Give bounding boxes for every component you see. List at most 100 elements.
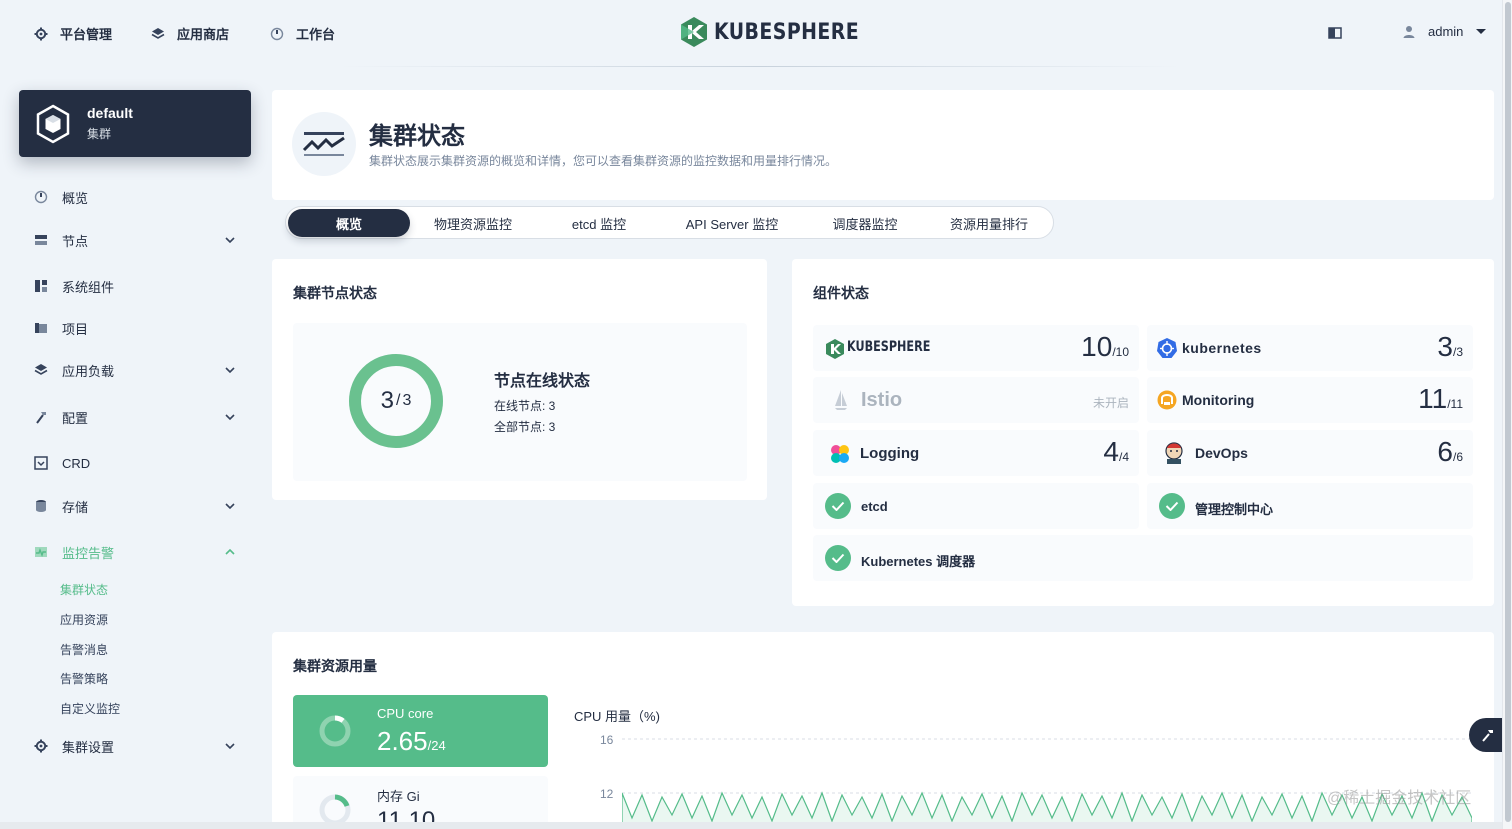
check-icon — [825, 493, 851, 519]
tab-scheduler[interactable]: 调度器监控 — [802, 209, 928, 237]
kubernetes-count: 3/3 — [1437, 331, 1463, 363]
cluster-name: default — [87, 105, 133, 121]
cluster-selector[interactable]: default 集群 — [19, 90, 251, 157]
sidebar-item-crd[interactable]: CRD — [30, 453, 244, 473]
activity-chart-icon — [292, 112, 356, 176]
kubesphere-logo[interactable]: KUBESPHERE — [680, 16, 883, 48]
component-logging[interactable]: Logging 4/4 — [813, 430, 1139, 476]
component-scheduler[interactable]: Kubernetes 调度器 — [813, 535, 1473, 581]
user-menu[interactable]: admin — [1402, 24, 1487, 39]
devops-label: DevOps — [1195, 445, 1248, 461]
component-istio[interactable]: Istio 未开启 — [813, 377, 1139, 423]
kubernetes-icon — [1157, 338, 1177, 358]
kubernetes-count-value: 3 — [1437, 331, 1453, 362]
etcd-label: etcd — [861, 499, 888, 514]
component-kubesphere[interactable]: KUBESPHERE 10/10 — [813, 325, 1139, 371]
platform-label: 平台管理 — [60, 27, 113, 42]
sidebar-item-config[interactable]: 配置 — [30, 407, 244, 427]
submenu-custom-monitoring[interactable]: 自定义监控 — [60, 700, 120, 717]
node-total-line: 全部节点: 3 — [494, 420, 556, 434]
devops-count-value: 6 — [1437, 436, 1453, 467]
chevron-down-icon — [225, 367, 235, 374]
chevron-down-icon — [225, 743, 235, 750]
nav-divider — [340, 66, 1180, 67]
kubernetes-label: kubernetes — [1182, 340, 1262, 356]
top-navigation: 平台管理 应用商店 工作台 KUBESPHERE admin — [0, 0, 1512, 66]
node-status-card: 集群节点状态 3/3 节点在线状态 在线节点: 3 全部节点: 3 — [272, 259, 767, 500]
sidebar-item-projects[interactable]: 项目 — [30, 318, 244, 338]
scheduler-label: Kubernetes 调度器 — [861, 554, 976, 569]
crd-icon — [34, 456, 48, 470]
component-devops[interactable]: DevOps 6/6 — [1147, 430, 1473, 476]
cpu-resource-tile[interactable]: CPU core 2.65/24 — [293, 695, 548, 767]
component-status-card: 组件状态 KUBESPHERE 10/10 kubernetes 3/3 Ist… — [792, 259, 1494, 606]
logging-count-value: 4 — [1103, 436, 1119, 467]
submenu-alert-messages[interactable]: 告警消息 — [60, 641, 108, 658]
horizontal-scrollbar[interactable] — [0, 822, 1502, 829]
component-status-title: 组件状态 — [813, 285, 869, 301]
tab-physical-resources[interactable]: 物理资源监控 — [410, 209, 536, 237]
sidebar-item-label: CRD — [62, 455, 91, 471]
cluster-type: 集群 — [87, 127, 112, 141]
gear-icon — [34, 27, 48, 40]
logging-label: Logging — [860, 445, 920, 462]
sidebar-item-overview[interactable]: 概览 — [30, 187, 244, 207]
hammer-icon — [1482, 730, 1493, 742]
sidebar-item-nodes[interactable]: 节点 — [30, 230, 244, 250]
notification-icon[interactable] — [1328, 27, 1342, 39]
node-ring-separator: / — [396, 392, 401, 409]
kubesphere-logo-icon — [681, 17, 707, 47]
monitoring-label: Monitoring — [1182, 392, 1255, 408]
istio-label: Istio — [861, 389, 903, 411]
sidebar-item-components[interactable]: 系统组件 — [30, 276, 244, 296]
sidebar-item-workloads[interactable]: 应用负载 — [30, 360, 244, 380]
sidebar-item-label: 存储 — [62, 499, 89, 515]
cluster-icon — [36, 104, 70, 143]
kubesphere-logo-icon — [826, 339, 844, 359]
submenu-alert-policies[interactable]: 告警策略 — [60, 670, 108, 687]
tab-etcd[interactable]: etcd 监控 — [536, 209, 662, 237]
kubesphere-count: 10/10 — [1081, 331, 1129, 363]
scrollbar-thumb[interactable] — [1505, 2, 1511, 822]
server-icon — [34, 233, 48, 247]
vertical-scrollbar[interactable] — [1502, 0, 1512, 829]
app-store-link[interactable]: 应用商店 — [151, 24, 229, 43]
cpu-value-total: /24 — [427, 738, 446, 753]
sidebar-item-cluster-settings[interactable]: 集群设置 — [30, 736, 244, 756]
devops-count: 6/6 — [1437, 436, 1463, 468]
devops-count-total: /6 — [1452, 450, 1463, 464]
component-controller-manager[interactable]: 管理控制中心 — [1147, 483, 1473, 529]
component-kubernetes[interactable]: kubernetes 3/3 — [1147, 325, 1473, 371]
hammer-icon — [34, 410, 48, 424]
tab-resource-ranking[interactable]: 资源用量排行 — [928, 209, 1050, 237]
page-description: 集群状态展示集群资源的概览和详情，您可以查看集群资源的监控数据和用量排行情况。 — [369, 154, 838, 168]
submenu-cluster-status[interactable]: 集群状态 — [60, 581, 108, 598]
logging-count-total: /4 — [1118, 450, 1129, 464]
gear-icon — [34, 739, 48, 753]
sidebar-item-label: 概览 — [62, 190, 89, 206]
submenu-app-resources[interactable]: 应用资源 — [60, 611, 108, 628]
monitoring-icon — [1157, 390, 1177, 410]
tab-api-server[interactable]: API Server 监控 — [662, 209, 802, 237]
workbench-link[interactable]: 工作台 — [270, 24, 335, 43]
component-monitoring[interactable]: Monitoring 11/11 — [1147, 377, 1473, 423]
cpu-value: 2.65/24 — [377, 726, 446, 757]
node-status-title: 集群节点状态 — [293, 285, 377, 301]
node-online-line: 在线节点: 3 — [494, 399, 556, 413]
sidebar-item-monitoring[interactable]: 监控告警 — [30, 542, 244, 562]
sidebar-item-label: 系统组件 — [62, 279, 115, 295]
node-total-count: 3 — [402, 392, 412, 409]
sidebar-item-label: 配置 — [62, 410, 89, 426]
chevron-up-icon — [225, 548, 235, 555]
cpu-usage-chart: CPU 用量（%) 16 12 — [562, 695, 1472, 829]
component-etcd[interactable]: etcd — [813, 483, 1139, 529]
sidebar-item-label: 集群设置 — [62, 739, 115, 755]
kubernetes-count-total: /3 — [1452, 345, 1463, 359]
platform-management-link[interactable]: 平台管理 — [34, 24, 112, 43]
kubesphere-count-value: 10 — [1081, 331, 1113, 362]
page-header: 集群状态 集群状态展示集群资源的概览和详情，您可以查看集群资源的监控数据和用量排… — [272, 90, 1494, 200]
y-tick-12: 12 — [600, 787, 614, 801]
tab-overview[interactable]: 概览 — [288, 209, 410, 237]
layers-icon — [151, 27, 165, 39]
sidebar-item-storage[interactable]: 存储 — [30, 496, 244, 516]
